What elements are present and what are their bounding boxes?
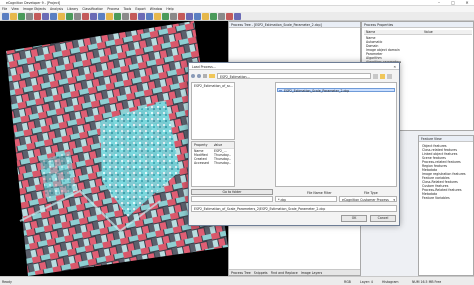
path-value: ESP2_Estimation_of_Scale_Parameters_2\ES…: [194, 207, 326, 211]
feature-list: Object features Class-related features L…: [422, 144, 474, 200]
refresh-icon[interactable]: [373, 73, 378, 79]
file-type-label: File Type: [364, 191, 378, 195]
tool-icon[interactable]: [226, 12, 233, 20]
file-list[interactable]: ESP2_Estimation_Scale_Parameter_2.dcp: [275, 82, 397, 187]
process-properties-title: Process Properties: [362, 22, 473, 28]
tool-icon[interactable]: [106, 12, 113, 20]
prop-key: Accessed: [194, 161, 209, 165]
tool-icon[interactable]: [146, 12, 153, 20]
dialog-nav-bar: ESP2_Estimation...: [191, 72, 397, 80]
view-menu-icon[interactable]: [387, 73, 392, 79]
layer-icon[interactable]: [50, 12, 57, 20]
tool-icon[interactable]: [234, 12, 241, 20]
path-input[interactable]: ESP2_Estimation_of_Scale_Parameters_2\ES…: [191, 205, 397, 212]
select-icon[interactable]: [42, 12, 49, 20]
feature-item[interactable]: Feature Variables: [422, 196, 474, 200]
properties-list: Name Automatic Domain Image object domai…: [366, 36, 466, 64]
tool-icon[interactable]: [202, 12, 209, 20]
status-bar: Ready RGB Layer: 4 Histogram NUM 16.5 MB…: [0, 276, 474, 285]
file-name-filter-label: File Name Filter: [307, 191, 332, 195]
column-name: Name: [366, 30, 376, 34]
file-name-filter-input[interactable]: *.dcp: [275, 196, 337, 202]
ok-button[interactable]: OK: [341, 215, 367, 222]
pan-icon[interactable]: [34, 12, 41, 20]
prop-value: Thursday...: [214, 161, 232, 165]
tool-icon[interactable]: [138, 12, 145, 20]
feature-view-pane: Feature View Object features Class-relat…: [418, 135, 474, 276]
process-tree-title: Process Tree - [ESP2_Estimation_Scale_Pa…: [229, 22, 360, 28]
properties-header: Name Value: [364, 30, 472, 35]
view-icon[interactable]: [58, 12, 65, 20]
status-histogram: Histogram: [382, 280, 399, 284]
file-name: ESP2_Estimation_Scale_Parameter_2.dcp: [284, 88, 350, 93]
tool-icon[interactable]: [90, 12, 97, 20]
path-bar[interactable]: ESP2_Estimation...: [217, 73, 371, 79]
status-layer: Layer: 4: [360, 280, 373, 284]
column-value: Value: [424, 30, 433, 34]
status-memory: NUM 16.5 MB Free: [412, 280, 442, 284]
tool-icon[interactable]: [122, 12, 129, 20]
tool-icon[interactable]: [194, 12, 201, 20]
load-process-dialog: Load Process... ✕ ESP2_Estimation... ESP…: [188, 62, 400, 226]
tab-process-tree[interactable]: Process Tree: [231, 270, 251, 275]
file-icon: [279, 89, 282, 92]
save-icon[interactable]: [18, 12, 25, 20]
path-text: ESP2_Estimation...: [220, 74, 250, 79]
forward-icon[interactable]: [197, 74, 201, 78]
go-to-folder-input[interactable]: [191, 196, 273, 202]
folder-icon: [209, 74, 215, 78]
window-title: eCognition Developer 9 - [Project]: [6, 1, 61, 5]
file-type-select[interactable]: eCognition Customer Process ▾: [339, 196, 397, 202]
tool-icon[interactable]: [178, 12, 185, 20]
props-col-value: Value: [213, 143, 223, 147]
tool-icon[interactable]: [74, 12, 81, 20]
sidebar-item[interactable]: ESP2_Estimation_of_sc...: [192, 83, 234, 88]
tool-icon[interactable]: [218, 12, 225, 20]
new-folder-icon[interactable]: [380, 73, 385, 79]
folder-sidebar[interactable]: ESP2_Estimation_of_sc...: [191, 82, 235, 140]
status-rgb: RGB: [344, 280, 351, 284]
up-icon[interactable]: [203, 74, 207, 78]
go-to-folder-button[interactable]: Go to folder: [191, 189, 273, 195]
new-icon[interactable]: [2, 12, 9, 20]
tab-find-replace[interactable]: Find and Replace: [271, 270, 298, 275]
tool-icon[interactable]: [210, 12, 217, 20]
feature-view-title: Feature View: [419, 136, 473, 142]
tool-icon[interactable]: [130, 12, 137, 20]
toolbar: [0, 12, 474, 21]
file-properties-panel: Property Value Name ESP2_... Modified Thur…: [191, 141, 235, 187]
chevron-down-icon: ▾: [393, 197, 395, 202]
dialog-close-icon[interactable]: ✕: [393, 65, 396, 69]
tool-icon[interactable]: [82, 12, 89, 20]
props-col-property: Property: [194, 143, 208, 147]
tool-icon[interactable]: [114, 12, 121, 20]
tool-icon[interactable]: [170, 12, 177, 20]
tool-icon[interactable]: [162, 12, 169, 20]
process-tree-tabs: Process Tree Snippets Find and Replace I…: [229, 269, 360, 275]
dialog-title: Load Process...: [192, 64, 216, 69]
file-item-selected[interactable]: ESP2_Estimation_Scale_Parameter_2.dcp: [277, 88, 395, 93]
tab-snippets[interactable]: Snippets: [254, 270, 268, 275]
cancel-button[interactable]: Cancel: [370, 215, 396, 222]
tool-icon[interactable]: [98, 12, 105, 20]
file-type-value: eCognition Customer Process: [342, 197, 389, 202]
settings-icon[interactable]: [66, 12, 73, 20]
filter-value: *.dcp: [278, 197, 287, 202]
tool-icon[interactable]: [154, 12, 161, 20]
dialog-titlebar: Load Process... ✕: [189, 63, 399, 70]
status-ready: Ready: [2, 280, 12, 284]
tab-image-layers[interactable]: Image Layers: [301, 270, 323, 275]
zoom-icon[interactable]: [26, 12, 33, 20]
open-icon[interactable]: [10, 12, 17, 20]
back-icon[interactable]: [191, 74, 195, 78]
tool-icon[interactable]: [186, 12, 193, 20]
